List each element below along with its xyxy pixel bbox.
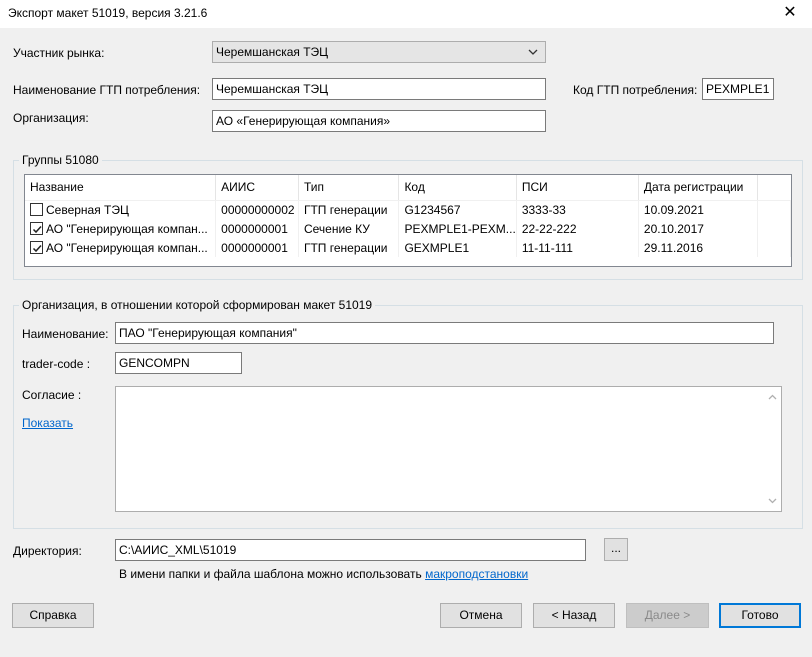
grid-header-row: Название АИИС Тип Код ПСИ Дата регистрац… xyxy=(25,175,791,201)
organization-field[interactable]: АО «Генерирующая компания» xyxy=(212,110,546,132)
row-psi: 22-22-222 xyxy=(516,219,639,238)
row-psi: 11-11-111 xyxy=(516,238,639,257)
trader-code-label: trader-code : xyxy=(22,357,91,371)
row-date: 10.09.2021 xyxy=(638,200,759,219)
market-participant-label: Участник рынка: xyxy=(13,46,105,60)
help-button[interactable]: Справка xyxy=(12,603,94,628)
org-name-label: Наименование: xyxy=(22,327,109,341)
gtp-name-label: Наименование ГТП потребления: xyxy=(13,83,201,97)
cancel-button[interactable]: Отмена xyxy=(440,603,522,628)
column-header-empty xyxy=(757,175,791,201)
row-psi: 3333-33 xyxy=(516,200,639,219)
done-button[interactable]: Готово xyxy=(719,603,801,628)
column-header-type[interactable]: Тип xyxy=(298,175,400,201)
row-aiis: 0000000001 xyxy=(215,238,299,257)
scroll-down-icon[interactable] xyxy=(764,492,781,509)
column-header-code[interactable]: Код xyxy=(398,175,517,201)
row-type: ГТП генерации xyxy=(298,238,400,257)
gtp-code-field[interactable]: PEXMPLE1 xyxy=(702,78,774,100)
organization-label: Организация: xyxy=(13,111,89,125)
row-code: PEXMPLE1-PEXM... xyxy=(398,219,517,238)
market-participant-value: Черемшанская ТЭЦ xyxy=(216,45,329,59)
close-icon[interactable]: ✕ xyxy=(768,0,812,28)
org-caption: Организация, в отношении которой сформир… xyxy=(19,298,376,312)
directory-hint: В имени папки и файла шаблона можно испо… xyxy=(119,567,528,581)
window-title: Экспорт макет 51019, версия 3.21.6 xyxy=(8,6,208,20)
row-name: Северная ТЭЦ xyxy=(46,202,129,217)
consent-textarea[interactable] xyxy=(115,386,782,512)
row-name: АО "Генерирующая компан... xyxy=(46,240,208,255)
directory-hint-text: В имени папки и файла шаблона можно испо… xyxy=(119,567,422,581)
groups-caption: Группы 51080 xyxy=(19,153,102,167)
column-header-name[interactable]: Название xyxy=(25,175,217,201)
row-name: АО "Генерирующая компан... xyxy=(46,221,208,236)
gtp-name-field[interactable]: Черемшанская ТЭЦ xyxy=(212,78,546,100)
gtp-code-label: Код ГТП потребления: xyxy=(573,83,698,97)
show-link[interactable]: Показать xyxy=(22,416,73,430)
directory-label: Директория: xyxy=(13,544,82,558)
column-header-psi[interactable]: ПСИ xyxy=(516,175,639,201)
table-row[interactable]: АО "Генерирующая компан... 0000000001 ГТ… xyxy=(25,238,791,257)
row-checkbox-checked[interactable] xyxy=(30,240,43,254)
table-row[interactable]: Северная ТЭЦ 00000000002 ГТП генерации G… xyxy=(25,200,791,219)
row-date: 20.10.2017 xyxy=(638,219,759,238)
market-participant-select[interactable]: Черемшанская ТЭЦ xyxy=(212,41,546,63)
macro-link[interactable]: макроподстановки xyxy=(425,567,528,581)
table-row[interactable]: АО "Генерирующая компан... 0000000001 Се… xyxy=(25,219,791,238)
row-date: 29.11.2016 xyxy=(638,238,759,257)
next-button[interactable]: Далее > xyxy=(626,603,709,628)
back-button[interactable]: < Назад xyxy=(533,603,615,628)
row-type: Сечение КУ xyxy=(298,219,400,238)
row-aiis: 0000000001 xyxy=(215,219,299,238)
checkmark-icon xyxy=(32,225,42,233)
scroll-up-icon[interactable] xyxy=(764,389,781,406)
checkmark-icon xyxy=(32,244,42,252)
groups-grid[interactable]: Название АИИС Тип Код ПСИ Дата регистрац… xyxy=(24,174,792,267)
consent-text xyxy=(116,387,781,395)
row-aiis: 00000000002 xyxy=(215,200,299,219)
row-code: GEXMPLE1 xyxy=(398,238,517,257)
row-checkbox-checked[interactable] xyxy=(30,221,43,235)
browse-button[interactable]: ... xyxy=(604,538,628,561)
column-header-date[interactable]: Дата регистрации xyxy=(638,175,759,201)
row-code: G1234567 xyxy=(398,200,517,219)
column-header-aiis[interactable]: АИИС xyxy=(215,175,299,201)
row-checkbox[interactable] xyxy=(30,202,43,216)
org-name-field[interactable]: ПАО "Генерирующая компания" xyxy=(115,322,774,344)
directory-field[interactable]: C:\АИИС_XML\51019 xyxy=(115,539,586,561)
row-type: ГТП генерации xyxy=(298,200,400,219)
trader-code-field[interactable]: GENCOMPN xyxy=(115,352,242,374)
consent-scrollbar[interactable] xyxy=(764,387,781,511)
chevron-down-icon xyxy=(528,49,538,55)
consent-label: Согласие : xyxy=(22,388,82,402)
